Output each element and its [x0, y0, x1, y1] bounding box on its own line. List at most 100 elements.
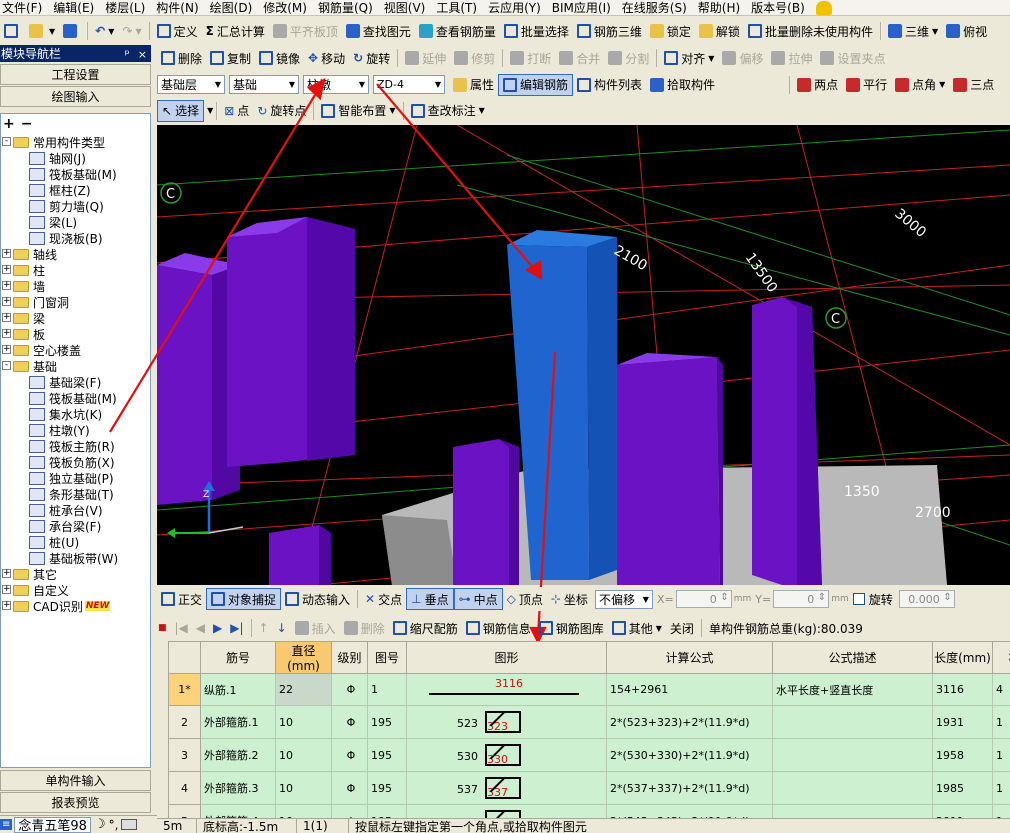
delete-button[interactable]: 删除 [157, 47, 206, 69]
row-number[interactable]: 2 [168, 705, 201, 739]
modify-label-button[interactable]: 查改标注 ▼ [407, 100, 489, 122]
formula-cell[interactable]: 2*(523+323)+2*(11.9*d) [606, 705, 773, 739]
vertex-snap-button[interactable]: ◇ 顶点 [503, 588, 547, 610]
shape-cell[interactable]: 3116 [406, 673, 607, 706]
move-button[interactable]: ✥ 移动 [304, 47, 349, 69]
tree-node[interactable]: 梁(L) [29, 214, 77, 230]
formula-cell[interactable]: 2*(530+330)+2*(11.9*d) [606, 738, 773, 772]
diameter-cell[interactable]: 10 [275, 771, 332, 805]
tree-node[interactable]: 基础板带(W) [29, 550, 118, 566]
sum-calc-button[interactable]: Σ 汇总计算 [202, 20, 269, 42]
menu-item-3[interactable]: 构件(N) [154, 0, 207, 15]
formula-cell[interactable]: 154+2961 [606, 673, 773, 706]
table-row[interactable]: 2 外部箍筋.1 10 Φ 195 523 323 2*(523+323)+2*(11.9*d… [168, 705, 1010, 739]
element-instance-select[interactable]: ZD-4 ▼ [373, 75, 445, 94]
tree-node[interactable]: + 墙 [2, 278, 45, 294]
tree-node[interactable]: 现浇板(B) [29, 230, 103, 246]
scale-rebar-button[interactable]: 缩尺配筋 [389, 617, 462, 639]
grade-cell[interactable]: Φ [331, 673, 368, 706]
select-dropdown[interactable]: ▼ [207, 106, 213, 115]
rebar-name-cell[interactable]: 纵筋.1 [200, 673, 276, 706]
tree-node[interactable]: 剪力墙(Q) [29, 198, 104, 214]
shape-cell[interactable]: 530 330 [406, 738, 607, 772]
prev-row-button[interactable]: ◀ [192, 617, 209, 639]
point-angle-button[interactable]: 点角 ▼ [891, 74, 949, 96]
unlock-button[interactable]: 解锁 [695, 20, 744, 42]
midpoint-snap-button[interactable]: ⊶ 中点 [453, 588, 503, 610]
col-header-figure-no[interactable]: 图号 [367, 641, 407, 674]
tree-node[interactable]: 桩(U) [29, 534, 79, 550]
col-header-diameter[interactable]: 直径(mm) [275, 641, 332, 674]
y-input[interactable]: 0 [773, 590, 830, 608]
menu-item-6[interactable]: 钢筋量(Q) [316, 0, 382, 15]
category-select[interactable]: 基础 ▼ [229, 75, 299, 94]
tree-node[interactable]: 集水坑(K) [29, 406, 102, 422]
expand-icon[interactable]: + [2, 281, 11, 290]
length-cell[interactable]: 1931 [932, 705, 993, 739]
flat-slab-button[interactable]: 平齐板顶 [269, 20, 342, 42]
rebar-panel-close-icon[interactable]: ■ [158, 623, 167, 633]
coordinate-snap-button[interactable]: ⊹ 坐标 [547, 588, 592, 610]
diameter-cell[interactable]: 10 [275, 705, 332, 739]
rotate-button[interactable]: ↻ 旋转 [349, 47, 394, 69]
tree-node[interactable]: 柱墩(Y) [29, 422, 90, 438]
two-points-button[interactable]: 两点 [793, 74, 842, 96]
length-cell[interactable]: 3116 [932, 673, 993, 706]
align-button[interactable]: 对齐 ▼ [660, 47, 718, 69]
trim-button[interactable]: 修剪 [450, 47, 499, 69]
lock-button[interactable]: 锁定 [646, 20, 695, 42]
view-rebar-button[interactable]: 查看钢筋量 [415, 20, 500, 42]
tree-node[interactable]: + 自定义 [2, 582, 69, 598]
figure-no-cell[interactable]: 195 [367, 771, 407, 805]
rebar-library-button[interactable]: 钢筋图库 [535, 617, 608, 639]
intersect-snap-button[interactable]: ✕ 交点 [361, 588, 406, 610]
tree-node[interactable]: 轴网(J) [29, 150, 86, 166]
table-row[interactable]: 4 外部箍筋.3 10 Φ 195 537 337 2*(537+337)+2*(11.9*d… [168, 771, 1010, 805]
helmet-icon[interactable] [815, 0, 832, 15]
rotate-angle-input[interactable]: 0.000 [898, 590, 955, 608]
extend-button[interactable]: 延伸 [401, 47, 450, 69]
expand-icon[interactable]: + [2, 329, 11, 338]
tree-node[interactable]: 桩承台(V) [29, 502, 103, 518]
length-cell[interactable]: 2011 [932, 804, 993, 818]
description-cell[interactable] [772, 804, 933, 818]
count-cell[interactable]: 1 [992, 804, 1010, 818]
undo-button[interactable]: ↶ ▼ [91, 20, 118, 42]
figure-no-cell[interactable]: 195 [367, 738, 407, 772]
figure-no-cell[interactable]: 195 [367, 804, 407, 818]
viewport-canvas[interactable]: 2100 13500 3000 1350 2700 C C Z [157, 125, 1010, 585]
single-input-button[interactable]: 单构件输入 [0, 770, 151, 791]
collapse-all-icon[interactable]: − [21, 116, 33, 132]
report-preview-button[interactable]: 报表预览 [0, 792, 151, 813]
row-number[interactable]: 1* [168, 673, 201, 706]
break-button[interactable]: 打断 [506, 47, 555, 69]
expand-all-icon[interactable]: + [3, 116, 15, 132]
shape-cell[interactable]: 543343 [406, 804, 607, 818]
tree-node[interactable]: + 梁 [2, 310, 45, 326]
column-piers[interactable] [157, 217, 822, 585]
menu-item-1[interactable]: 编辑(E) [51, 0, 103, 15]
merge-button[interactable]: 合并 [555, 47, 604, 69]
punctuation-icon[interactable]: °, [109, 818, 119, 832]
menu-item-10[interactable]: BIM应用(I) [550, 0, 620, 15]
col-header-grade[interactable]: 级别 [331, 641, 368, 674]
point-button[interactable]: ⊠ 点 [220, 100, 253, 122]
expand-icon[interactable]: + [2, 601, 11, 610]
drawing-input-button[interactable]: 绘图输入 [0, 86, 151, 107]
rebar-info-button[interactable]: 钢筋信息 [462, 617, 535, 639]
close-icon[interactable]: × [138, 48, 147, 61]
grade-cell[interactable]: Φ [331, 771, 368, 805]
table-row[interactable]: 3 外部箍筋.2 10 Φ 195 530 330 2*(530+330)+2*(11.9*d… [168, 738, 1010, 772]
tree-node[interactable]: + 其它 [2, 566, 57, 582]
tree-node[interactable]: 框柱(Z) [29, 182, 91, 198]
first-row-button[interactable]: |◀ [171, 617, 192, 639]
col-header-shape[interactable]: 图形 [406, 641, 607, 674]
grade-cell[interactable]: Φ [331, 804, 368, 818]
row-number[interactable]: 4 [168, 771, 201, 805]
tree-node[interactable]: + 柱 [2, 262, 45, 278]
element-type-select[interactable]: 柱墩 ▼ [303, 75, 369, 94]
count-cell[interactable]: 4 [992, 673, 1010, 706]
expand-icon[interactable]: + [2, 265, 11, 274]
batch-select-button[interactable]: 批量选择 [500, 20, 573, 42]
perpendicular-snap-button[interactable]: ⊥ 垂点 [406, 588, 454, 610]
